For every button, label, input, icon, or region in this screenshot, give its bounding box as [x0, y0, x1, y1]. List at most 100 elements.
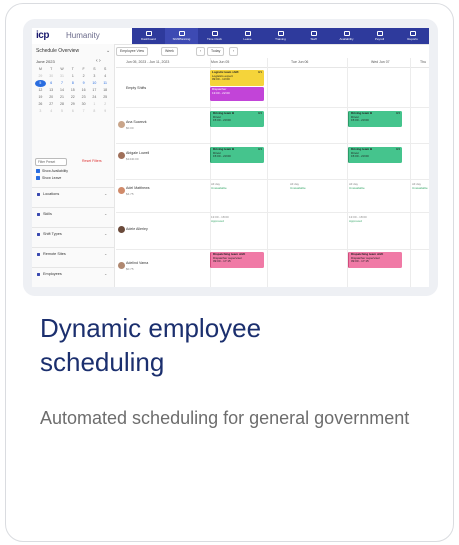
calendar-day[interactable]: 5: [35, 80, 46, 87]
reset-filters-link[interactable]: Reset Filters: [82, 159, 102, 163]
weekday-label: M: [38, 67, 42, 71]
calendar-day[interactable]: 14: [57, 87, 68, 94]
calendar-day[interactable]: 29: [35, 73, 46, 80]
calendar-day[interactable]: 12: [35, 87, 46, 94]
availability-note: 13:00 - 18:00 Approved: [211, 215, 229, 223]
calendar-day[interactable]: 27: [46, 101, 57, 108]
shift-card[interactable]: Dispatcher 13:00 - 22:00: [210, 87, 264, 101]
today-button[interactable]: Today: [207, 47, 225, 56]
nav-item-dashboard[interactable]: Dashboard: [132, 28, 165, 44]
section-icon: [37, 273, 40, 276]
filter-section-employees[interactable]: Employees ⌄: [32, 267, 114, 282]
day-header: Mon Jun 05: [211, 60, 230, 64]
nav-item-payroll[interactable]: Payroll: [363, 28, 396, 44]
show-leave-checkbox[interactable]: Show Leave: [36, 176, 61, 180]
calendar-day[interactable]: 1: [67, 73, 78, 80]
calendar-day[interactable]: 7: [57, 80, 68, 87]
avatar: [118, 121, 125, 128]
calendar-day[interactable]: 9: [100, 108, 111, 115]
calendar-day[interactable]: 21: [57, 94, 68, 101]
nav-label: ShiftPlanning: [172, 37, 191, 41]
calendar-day[interactable]: 6: [46, 80, 57, 87]
shift-card[interactable]: Driving team B 0/4 Driver 15:00 - 23:00: [210, 147, 264, 163]
card-title[interactable]: Dynamic employee scheduling: [40, 311, 380, 379]
calendar-day[interactable]: 13: [46, 87, 57, 94]
calendar-day[interactable]: 17: [89, 87, 100, 94]
calendar-day[interactable]: 7: [78, 108, 89, 115]
availability-note: All day Unavailable: [349, 182, 365, 190]
feature-card[interactable]: icp Humanity Dashboard ShiftPlanning Time …: [5, 3, 454, 542]
shift-card[interactable]: Driving team B 0/4 Driver 15:00 - 23:00: [348, 147, 402, 163]
shift-card[interactable]: Driving team B 0/4 Driver 15:00 - 23:00: [210, 111, 264, 127]
shift-card[interactable]: Dispatching team shift Dispatcher superv…: [210, 252, 264, 268]
show-availability-checkbox[interactable]: Show Availability: [36, 169, 68, 173]
top-bar: icp Humanity Dashboard ShiftPlanning Time …: [32, 28, 429, 45]
chevron-down-icon[interactable]: ⌄: [106, 48, 110, 54]
calendar-day[interactable]: 3: [35, 108, 46, 115]
calendar-day[interactable]: 19: [35, 94, 46, 101]
nav-icon: [178, 31, 185, 36]
mini-calendar: M T W T F S S 29 30 31 1 2 3 4 5 6 7 8 9 10 11 12 13 14 15 16 17 18…: [35, 66, 111, 115]
calendar-day[interactable]: 9: [78, 80, 89, 87]
calendar-day[interactable]: 4: [100, 73, 111, 80]
shift-card[interactable]: Logistic team shift 0/1 Logistics expert…: [210, 70, 264, 86]
nav-item-availability[interactable]: Availability: [330, 28, 363, 44]
table-row: Empty Shifts Logistic team shift 0/1 Log…: [116, 68, 429, 108]
calendar-day[interactable]: 18: [100, 87, 111, 94]
calendar-day[interactable]: 8: [89, 108, 100, 115]
calendar-day[interactable]: 1: [89, 101, 100, 108]
calendar-day[interactable]: 8: [67, 80, 78, 87]
shift-card[interactable]: Dispatching team shift Dispatcher superv…: [348, 252, 402, 268]
calendar-day[interactable]: 26: [35, 101, 46, 108]
nav-item-staff[interactable]: Staff: [297, 28, 330, 44]
calendar-day[interactable]: 24: [89, 94, 100, 101]
range-select[interactable]: Week: [161, 47, 178, 56]
month-nav-arrows-icon[interactable]: ‹ ›: [96, 58, 101, 64]
filter-section-remote-sites[interactable]: Remote Sites ⌄: [32, 247, 114, 262]
calendar-day[interactable]: 3: [89, 73, 100, 80]
calendar-month[interactable]: June 2023: [36, 59, 55, 64]
nav-label: Dashboard: [141, 37, 156, 41]
availability-note: All day Unavailable: [211, 182, 227, 190]
nav-item-time-clock[interactable]: Time Clock: [198, 28, 231, 44]
filter-section-locations[interactable]: Locations ⌄: [32, 187, 114, 202]
calendar-day[interactable]: 2: [78, 73, 89, 80]
filter-section-skills[interactable]: Skills ⌄: [32, 207, 114, 222]
calendar-day[interactable]: 6: [67, 108, 78, 115]
range-label: Jun 05, 2023 - Jun 11, 2023: [126, 60, 170, 64]
nav-label: Leave: [243, 37, 252, 41]
calendar-day[interactable]: 5: [57, 108, 68, 115]
view-select[interactable]: Employee View: [116, 47, 149, 56]
chevron-down-icon: ⌄: [104, 271, 108, 276]
calendar-day[interactable]: 22: [67, 94, 78, 101]
employee-pay: $0.00: [126, 126, 134, 130]
shift-card[interactable]: Driving team B 0/4 Driver 15:00 - 23:00: [348, 111, 402, 127]
calendar-day[interactable]: 28: [57, 101, 68, 108]
table-row: Adele Allerley 13:00 - 18:00 Approved 13:…: [116, 213, 429, 250]
card-description: Automated scheduling for general governm…: [40, 408, 410, 428]
calendar-day[interactable]: 29: [67, 101, 78, 108]
filter-section-shift-types[interactable]: Shift Types ⌄: [32, 227, 114, 242]
calendar-day[interactable]: 25: [100, 94, 111, 101]
calendar-day[interactable]: 20: [46, 94, 57, 101]
calendar-day[interactable]: 30: [46, 73, 57, 80]
nav-item-training[interactable]: Training: [264, 28, 297, 44]
filter-preset-select[interactable]: Filter Preset: [35, 158, 67, 166]
nav-item-reports[interactable]: Reports: [396, 28, 429, 44]
calendar-day[interactable]: 15: [67, 87, 78, 94]
calendar-day[interactable]: 30: [78, 101, 89, 108]
calendar-day[interactable]: 4: [46, 108, 57, 115]
calendar-day[interactable]: 10: [89, 80, 100, 87]
calendar-day[interactable]: 16: [78, 87, 89, 94]
chevron-down-icon: ⌄: [104, 191, 108, 196]
next-button[interactable]: ›: [229, 47, 239, 56]
calendar-day[interactable]: 2: [100, 101, 111, 108]
calendar-day[interactable]: 11: [100, 80, 111, 87]
prev-button[interactable]: ‹: [196, 47, 206, 56]
calendar-day[interactable]: 31: [57, 73, 68, 80]
section-label: Locations: [43, 192, 60, 196]
nav-item-shiftplanning[interactable]: ShiftPlanning: [165, 28, 198, 44]
nav-item-leave[interactable]: Leave: [231, 28, 264, 44]
calendar-day[interactable]: 23: [78, 94, 89, 101]
nav-icon: [211, 31, 218, 36]
